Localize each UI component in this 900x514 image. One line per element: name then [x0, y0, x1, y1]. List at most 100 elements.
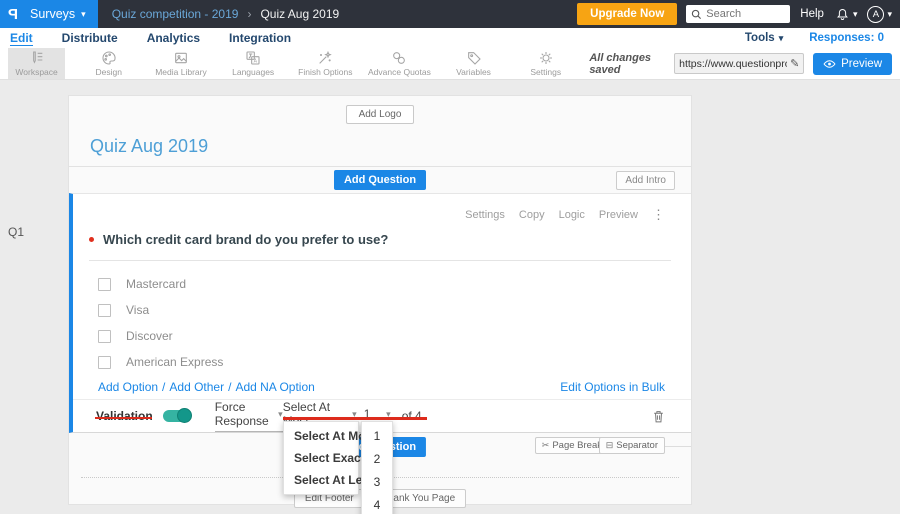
avatar: A [867, 5, 885, 23]
menu-item-count-2[interactable]: 2 [362, 447, 392, 470]
selection-rule-dropdown-menu: Select At Most Select Exactly Select At … [283, 421, 380, 495]
nav-edit[interactable]: Edit [10, 31, 33, 46]
validation-toggle[interactable] [162, 408, 192, 423]
toolbar-item-label: Workspace [15, 67, 58, 77]
question-logic-link[interactable]: Logic [559, 209, 585, 221]
breadcrumb-parent-link[interactable]: Quiz competition - 2019 [112, 7, 239, 21]
toolbar-item-workspace[interactable]: Workspace [8, 48, 66, 79]
editor-toolbar: Workspace Design Media Library A Languag… [0, 48, 900, 80]
add-logo-button[interactable]: Add Logo [345, 105, 415, 124]
logo-block: P Surveys ▾ [0, 0, 98, 28]
page-break-icon: ✂ [541, 440, 550, 450]
help-link[interactable]: Help [800, 8, 824, 20]
question-preview-link[interactable]: Preview [599, 209, 638, 221]
question-text[interactable]: Which credit card brand do you prefer to… [103, 232, 388, 247]
option-row[interactable]: Mastercard [98, 271, 691, 297]
add-na-option-link[interactable]: Add NA Option [235, 380, 314, 394]
survey-url-box[interactable]: ✎ [674, 53, 805, 74]
toolbar-item-media-library[interactable]: Media Library [152, 48, 209, 79]
question-text-row: Which credit card brand do you prefer to… [89, 232, 671, 261]
question-copy-link[interactable]: Copy [519, 209, 545, 221]
notifications-menu[interactable]: ▾ [835, 7, 857, 22]
toolbar-item-settings[interactable]: Settings [517, 48, 574, 79]
palette-icon [102, 51, 116, 65]
survey-title[interactable]: Quiz Aug 2019 [90, 136, 691, 157]
nav-integration[interactable]: Integration [229, 31, 291, 45]
annotation-underline-selection [283, 417, 427, 420]
option-label[interactable]: Discover [126, 329, 173, 343]
page-break-label: Page Break [552, 440, 602, 451]
separator-button[interactable]: ⊟ Separator [598, 437, 665, 454]
add-intro-button[interactable]: Add Intro [616, 171, 675, 190]
toolbar-item-label: Advance Quotas [368, 67, 431, 77]
search-box[interactable] [686, 5, 791, 23]
option-label[interactable]: American Express [126, 355, 223, 369]
question-actions: Settings Copy Logic Preview ⋮ [73, 194, 691, 223]
surveys-menu[interactable]: Surveys ▾ [30, 7, 86, 21]
option-label[interactable]: Visa [126, 303, 149, 317]
upgrade-now-button[interactable]: Upgrade Now [577, 3, 678, 25]
toolbar-item-label: Finish Options [298, 67, 353, 77]
toolbar-item-label: Variables [456, 67, 491, 77]
breadcrumb-current: Quiz Aug 2019 [260, 7, 340, 21]
more-options-icon[interactable]: ⋮ [652, 207, 665, 223]
separator-icon: ⊟ [605, 440, 614, 450]
edit-url-pencil-icon[interactable]: ✎ [790, 57, 799, 70]
menu-item-count-4[interactable]: 4 [362, 493, 392, 514]
toolbar-item-label: Languages [232, 67, 275, 77]
tag-icon [467, 52, 481, 65]
option-checkbox[interactable] [98, 303, 111, 317]
question-options: Mastercard Visa Discover American Expres… [73, 261, 691, 375]
option-checkbox[interactable] [98, 329, 111, 343]
question-settings-link[interactable]: Settings [465, 209, 505, 221]
add-question-row: Add Question Add Intro [69, 167, 691, 193]
responses-count[interactable]: Responses: 0 [809, 32, 884, 44]
slash-separator: / [228, 380, 232, 394]
toolbar-item-languages[interactable]: A Languages [225, 48, 282, 79]
nav-analytics[interactable]: Analytics [147, 31, 200, 45]
menu-item-select-exactly[interactable]: Select Exactly [284, 447, 375, 469]
account-menu[interactable]: A ▾ [867, 5, 892, 23]
magic-wand-icon [319, 50, 333, 64]
option-row[interactable]: American Express [98, 349, 691, 375]
menu-item-select-at-most[interactable]: Select At Most [284, 425, 376, 447]
option-row[interactable]: Visa [98, 297, 691, 323]
delete-question-button[interactable] [652, 409, 665, 424]
search-input[interactable] [706, 8, 786, 20]
surveys-menu-label: Surveys [30, 7, 76, 21]
add-option-link[interactable]: Add Option [98, 380, 158, 394]
quota-links-icon [393, 52, 406, 64]
save-status: All changes saved [589, 51, 652, 76]
toolbar-item-label: Design [95, 67, 123, 77]
selection-count-dropdown-menu: 1 2 3 4 [361, 421, 393, 514]
option-checkbox[interactable] [98, 277, 111, 291]
toolbar-item-label: Settings [530, 67, 562, 77]
nav-distribute[interactable]: Distribute [62, 31, 118, 45]
force-response-label: Force Response [214, 400, 269, 428]
preview-button[interactable]: Preview [813, 52, 893, 75]
menu-item-select-at-least[interactable]: Select At Least [284, 469, 380, 491]
question-card: Settings Copy Logic Preview ⋮ Which cred… [69, 193, 691, 433]
menu-item-count-1[interactable]: 1 [362, 424, 392, 447]
of-total-label: of 4 [401, 409, 422, 423]
image-icon [175, 52, 187, 64]
toolbar-item-label: Media Library [155, 67, 207, 77]
toolbar-item-design[interactable]: Design [80, 48, 137, 79]
add-question-button[interactable]: Add Question [333, 170, 427, 190]
edit-options-in-bulk-link[interactable]: Edit Options in Bulk [560, 380, 665, 394]
eye-icon [823, 59, 836, 68]
top-bar: P Surveys ▾ Quiz competition - 2019 › Qu… [0, 0, 900, 28]
force-response-dropdown[interactable]: Force Response ▾ [214, 400, 283, 432]
tools-menu[interactable]: Tools ▾ [745, 32, 783, 44]
toolbar-item-finish-options[interactable]: Finish Options [297, 48, 354, 79]
add-other-link[interactable]: Add Other [169, 380, 224, 394]
option-row[interactable]: Discover [98, 323, 691, 349]
questionpro-logo-icon: P [8, 5, 19, 23]
option-label[interactable]: Mastercard [126, 277, 186, 291]
toolbar-item-advance-quotas[interactable]: Advance Quotas [368, 48, 431, 79]
option-checkbox[interactable] [98, 355, 111, 369]
survey-url-input[interactable] [679, 57, 788, 70]
menu-item-count-3[interactable]: 3 [362, 470, 392, 493]
page-break-button[interactable]: ✂ Page Break [534, 437, 609, 454]
toolbar-item-variables[interactable]: Variables [445, 48, 502, 79]
